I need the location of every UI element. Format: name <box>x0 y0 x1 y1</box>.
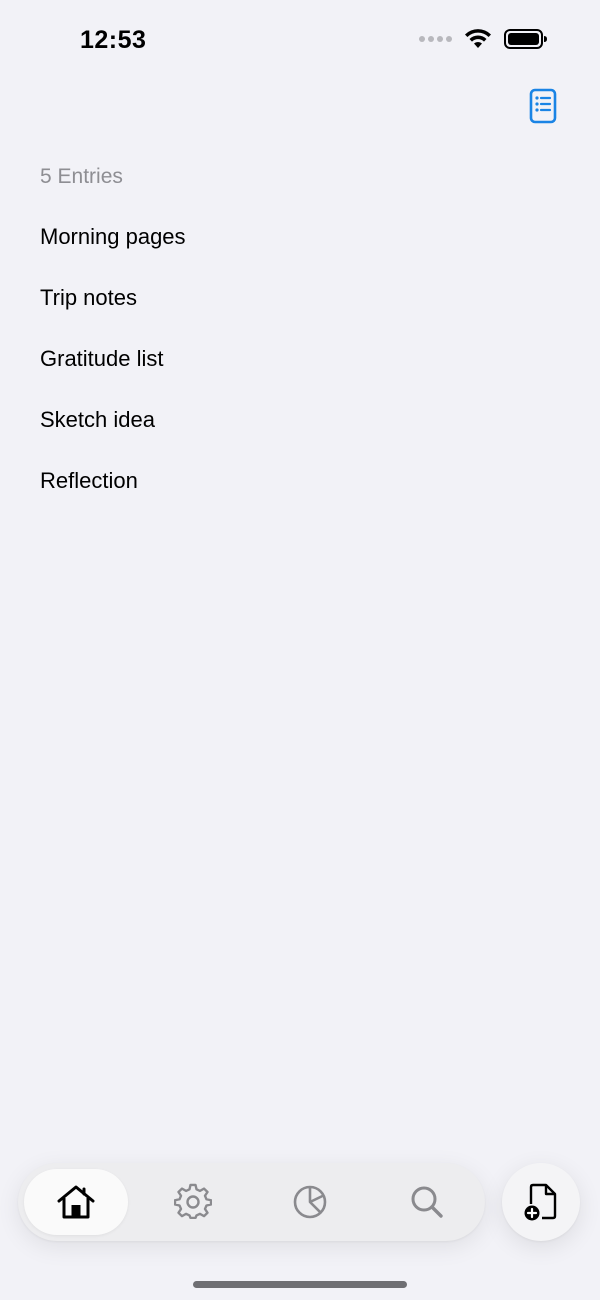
entries-count: 5 Entries <box>40 165 123 188</box>
tab-home[interactable] <box>24 1169 128 1235</box>
status-time: 12:53 <box>80 26 147 54</box>
list-item[interactable]: Sketch idea <box>40 403 186 464</box>
tab-bar <box>18 1163 485 1241</box>
wifi-icon <box>465 29 491 48</box>
tab-settings[interactable] <box>141 1169 245 1235</box>
cellular-dots-icon <box>419 36 452 42</box>
battery-icon <box>504 29 547 49</box>
list-item[interactable]: Trip notes <box>40 281 186 342</box>
list-item[interactable]: Reflection <box>40 464 186 525</box>
list-view-button[interactable] <box>528 88 560 124</box>
status-bar: 12:53 <box>0 0 600 80</box>
document-add-icon <box>524 1183 557 1221</box>
list-item[interactable]: Morning pages <box>40 220 186 281</box>
tab-search[interactable] <box>375 1169 479 1235</box>
house-icon <box>57 1185 95 1219</box>
list-document-icon <box>529 88 557 124</box>
list-item[interactable]: Gratitude list <box>40 342 186 403</box>
entry-list: Morning pages Trip notes Gratitude list … <box>40 220 186 525</box>
new-entry-button[interactable] <box>502 1163 580 1241</box>
pie-chart-icon <box>293 1185 327 1219</box>
home-indicator <box>193 1281 407 1288</box>
search-icon <box>411 1186 443 1218</box>
status-icons <box>419 28 548 50</box>
tab-stats[interactable] <box>258 1169 362 1235</box>
gear-icon <box>174 1183 212 1220</box>
